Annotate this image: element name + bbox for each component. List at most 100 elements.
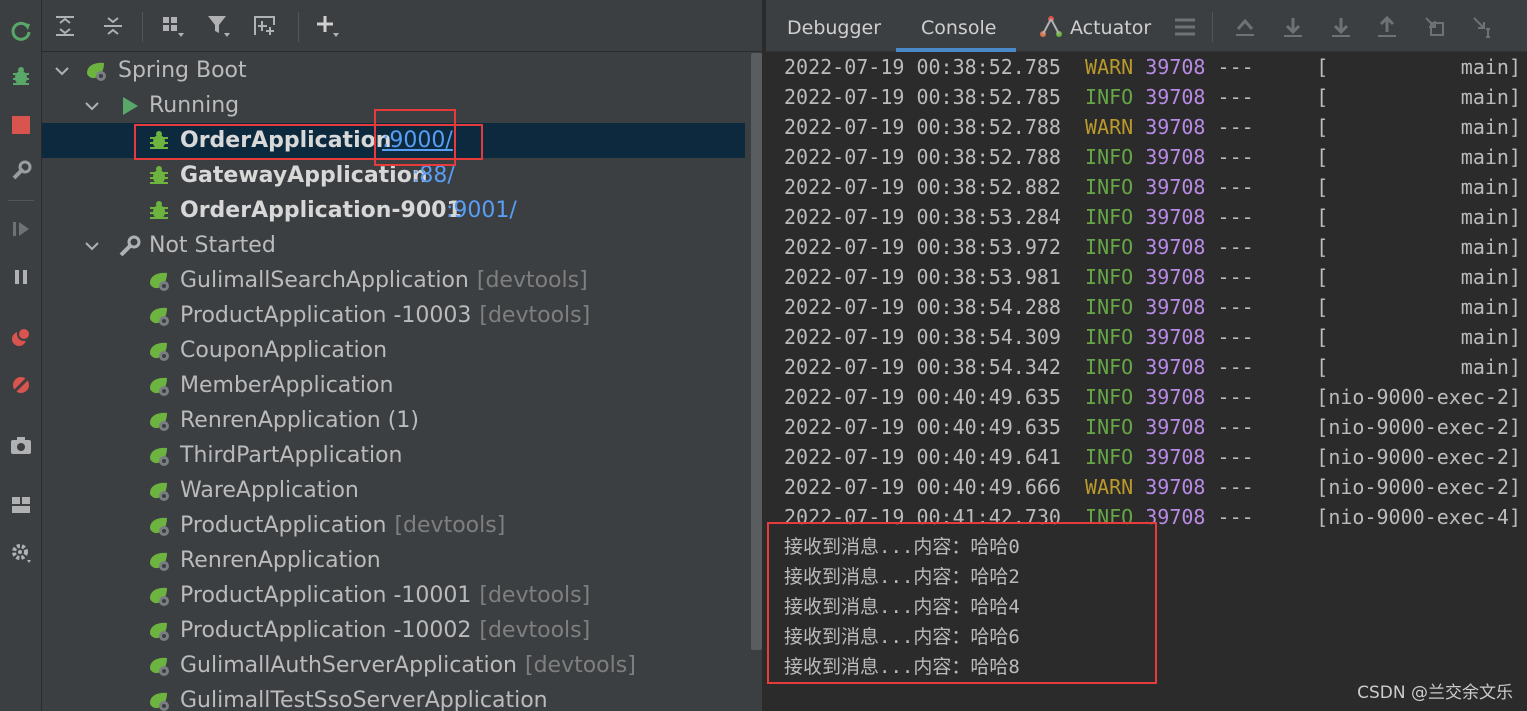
- log-pid: 39708: [1145, 475, 1206, 499]
- show-execution-point-icon[interactable]: [1230, 12, 1260, 42]
- tree-item-not-started-app[interactable]: CouponApplication: [42, 333, 745, 368]
- filter-icon[interactable]: [202, 10, 236, 42]
- log-separator: ---: [1217, 415, 1254, 439]
- log-line: 2022-07-19 00:41:42.730 INFO 39708 ---: [784, 502, 1254, 532]
- log-pid: 39708: [1145, 85, 1206, 109]
- app-name: WareApplication: [180, 478, 359, 503]
- tree-node-not-started[interactable]: Not Started: [42, 228, 745, 263]
- chevron-down-icon[interactable]: [84, 228, 100, 263]
- log-line: 2022-07-19 00:38:53.981 INFO 39708 ---: [784, 262, 1254, 292]
- menu-lines-icon[interactable]: [1170, 12, 1200, 42]
- tree-node-spring-boot[interactable]: Spring Boot: [42, 53, 745, 88]
- toolbar-separator: [298, 12, 299, 42]
- tab-actuator[interactable]: Actuator: [1070, 0, 1151, 52]
- log-separator: ---: [1217, 385, 1254, 409]
- pause-icon[interactable]: [0, 260, 42, 294]
- log-level: INFO: [1085, 205, 1134, 229]
- tree-item-not-started-app[interactable]: GulimallSearchApplication [devtools]: [42, 263, 745, 298]
- tree-item-running-app[interactable]: GatewayApplication :88/: [42, 158, 745, 193]
- rerun-icon[interactable]: [0, 14, 42, 48]
- tree-item-not-started-app[interactable]: ProductApplication -10003 [devtools]: [42, 298, 745, 333]
- log-timestamp: 2022-07-19 00:40:49.666: [784, 475, 1061, 499]
- tree-item-not-started-app[interactable]: ProductApplication [devtools]: [42, 508, 745, 543]
- port-link[interactable]: :9001/: [446, 193, 517, 228]
- expand-all-icon[interactable]: [48, 10, 82, 42]
- settings-gear-icon[interactable]: [0, 536, 42, 570]
- log-timestamp: 2022-07-19 00:38:52.785: [784, 85, 1061, 109]
- services-tree[interactable]: Spring Boot Running OrderApplication :90…: [42, 53, 745, 711]
- spring-boot-icon: [150, 412, 169, 431]
- log-timestamp: 2022-07-19 00:38:54.342: [784, 355, 1061, 379]
- log-timestamp: 2022-07-19 00:40:49.635: [784, 415, 1061, 439]
- devtools-tag: [devtools]: [476, 268, 588, 293]
- tree-scrollbar[interactable]: [746, 53, 762, 711]
- debug-bug-icon: [150, 131, 168, 149]
- tree-item-running-app[interactable]: OrderApplication-9001 :9001/: [42, 193, 745, 228]
- spring-boot-icon: [150, 692, 169, 711]
- camera-icon[interactable]: [0, 428, 42, 462]
- layout-icon[interactable]: [0, 488, 42, 522]
- mute-breakpoints-icon[interactable]: [0, 368, 42, 402]
- tree-item-not-started-app[interactable]: RenrenApplication (1): [42, 403, 745, 438]
- app-name: OrderApplication: [180, 128, 392, 153]
- chevron-down-icon[interactable]: [84, 88, 100, 123]
- left-toolbar: [0, 0, 42, 711]
- tab-console[interactable]: Console: [921, 0, 996, 52]
- tree-item-not-started-app[interactable]: GulimallTestSsoServerApplication: [42, 683, 745, 711]
- stop-icon[interactable]: [0, 108, 42, 142]
- spring-boot-icon: [87, 62, 106, 81]
- new-group-icon[interactable]: [248, 10, 282, 42]
- tree-item-running-app[interactable]: OrderApplication :9000/: [42, 123, 745, 158]
- collapse-all-icon[interactable]: [96, 10, 130, 42]
- debug-bug-icon[interactable]: [0, 60, 42, 94]
- port-link[interactable]: :88/: [412, 158, 455, 193]
- log-pid: 39708: [1145, 415, 1206, 439]
- wrench-icon[interactable]: [0, 154, 42, 188]
- log-timestamp: 2022-07-19 00:40:49.641: [784, 445, 1061, 469]
- log-thread: [nio-9000-exec-2]: [1316, 475, 1521, 499]
- drop-frame-icon[interactable]: [1420, 12, 1450, 42]
- step-out-icon[interactable]: [1372, 12, 1402, 42]
- log-level: WARN: [1085, 475, 1134, 499]
- view-breakpoints-icon[interactable]: [0, 320, 42, 354]
- scrollbar-thumb[interactable]: [751, 53, 762, 650]
- app-name: MemberApplication: [180, 373, 394, 398]
- log-line: 2022-07-19 00:38:52.785 WARN 39708 ---: [784, 52, 1254, 82]
- port-link[interactable]: :9000/: [382, 123, 453, 158]
- tree-item-not-started-app[interactable]: MemberApplication: [42, 368, 745, 403]
- log-thread: [nio-9000-exec-4]: [1316, 505, 1521, 529]
- console-output[interactable]: 2022-07-19 00:38:52.785 WARN 39708 --- [ …: [766, 52, 1527, 711]
- toolbar-separator: [1212, 12, 1213, 42]
- log-timestamp: 2022-07-19 00:38:52.788: [784, 145, 1061, 169]
- log-timestamp: 2022-07-19 00:38:53.981: [784, 265, 1061, 289]
- tree-item-not-started-app[interactable]: ProductApplication -10002 [devtools]: [42, 613, 745, 648]
- group-by-icon[interactable]: [156, 10, 190, 42]
- log-thread: [nio-9000-exec-2]: [1316, 445, 1521, 469]
- tree-item-not-started-app[interactable]: ProductApplication -10001 [devtools]: [42, 578, 745, 613]
- tree-item-not-started-app[interactable]: ThirdPartApplication: [42, 438, 745, 473]
- log-line: 2022-07-19 00:38:53.972 INFO 39708 ---: [784, 232, 1254, 262]
- log-timestamp: 2022-07-19 00:38:54.309: [784, 325, 1061, 349]
- log-timestamp: 2022-07-19 00:38:52.785: [784, 55, 1061, 79]
- run-triangle-icon: [123, 97, 138, 115]
- run-to-cursor-icon[interactable]: [1468, 12, 1498, 42]
- app-label-group: GulimallAuthServerApplication [devtools]: [180, 648, 636, 683]
- log-pid: 39708: [1145, 505, 1206, 529]
- step-into-icon[interactable]: [1326, 12, 1356, 42]
- tree-item-not-started-app[interactable]: RenrenApplication: [42, 543, 745, 578]
- tree-node-running[interactable]: Running: [42, 88, 745, 123]
- tool-tabs: Debugger Console Actuator: [766, 0, 1527, 52]
- step-over-icon[interactable]: [1278, 12, 1308, 42]
- chevron-down-icon[interactable]: [54, 53, 70, 88]
- debug-bug-icon: [150, 201, 168, 219]
- tree-root-label: Spring Boot: [118, 58, 247, 83]
- log-level: WARN: [1085, 55, 1134, 79]
- app-name: RenrenApplication (1): [180, 408, 419, 433]
- tree-item-not-started-app[interactable]: WareApplication: [42, 473, 745, 508]
- tree-item-not-started-app[interactable]: GulimallAuthServerApplication [devtools]: [42, 648, 745, 683]
- resume-icon[interactable]: [0, 212, 42, 246]
- log-level: INFO: [1085, 85, 1134, 109]
- add-service-icon[interactable]: [310, 10, 344, 42]
- tab-debugger[interactable]: Debugger: [787, 0, 881, 52]
- spring-boot-icon: [150, 622, 169, 641]
